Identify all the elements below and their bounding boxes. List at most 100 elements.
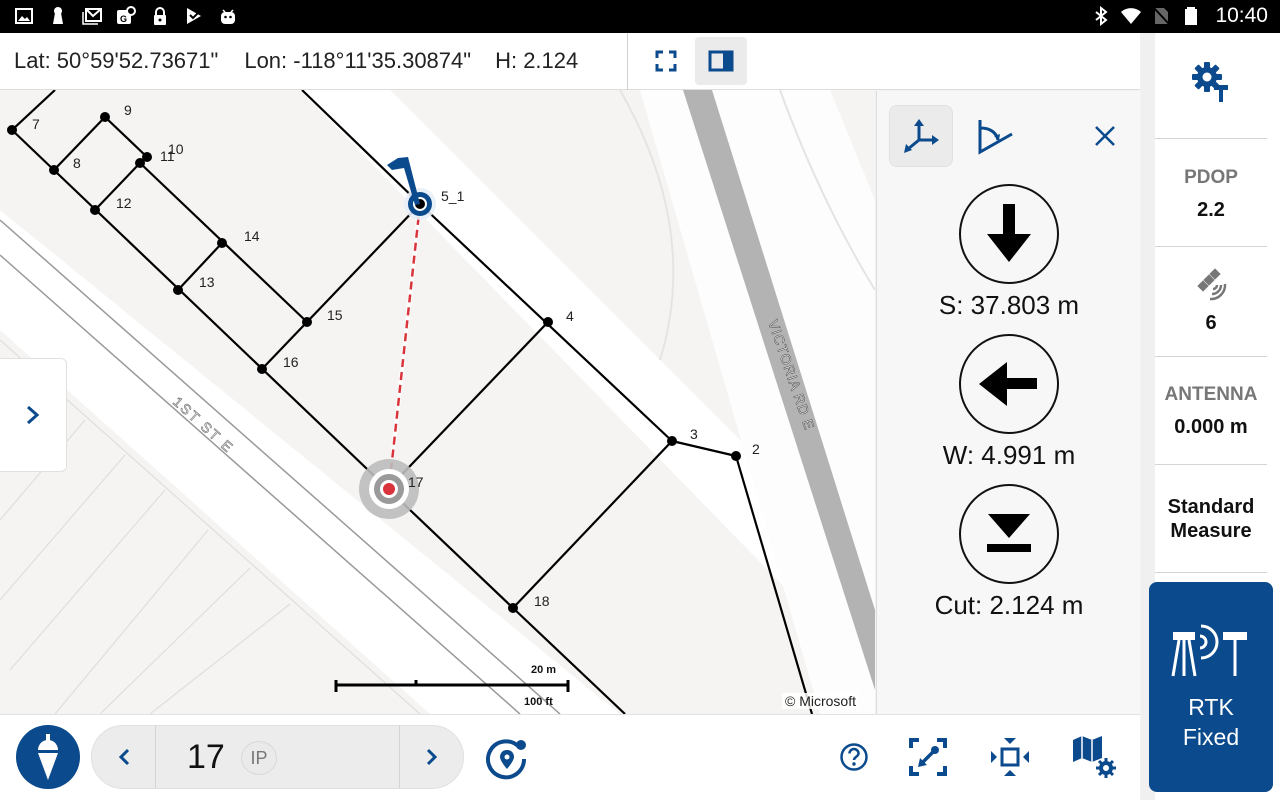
point-marker-14[interactable] [217, 238, 227, 248]
help-button[interactable] [830, 733, 878, 781]
wifi-icon [1121, 8, 1142, 24]
direction-circle [959, 334, 1059, 434]
latitude-readout: Lat: 50°59'52.73671" [14, 48, 219, 73]
next-point-button[interactable] [399, 726, 463, 788]
keyhole-icon [53, 7, 63, 24]
no-sim-icon [1153, 7, 1171, 25]
point-marker-8[interactable] [49, 165, 59, 175]
split-view-button[interactable] [695, 37, 747, 85]
close-icon [1095, 126, 1115, 146]
scale-bar [334, 680, 570, 692]
map-scale-bar: 20 m 100 ft [334, 660, 574, 710]
chevron-right-icon [27, 405, 40, 425]
point-marker-7[interactable] [7, 125, 17, 135]
stakeout-navigation-panel: S: 37.803 m W: 4.991 m Cut: 2.124 m [876, 91, 1140, 714]
point-label: 12 [116, 195, 132, 211]
point-marker-11[interactable] [135, 158, 145, 168]
point-label: 3 [690, 426, 698, 442]
checkmark-app-icon [187, 8, 201, 24]
axes-icon [904, 119, 939, 153]
chevron-right-icon [426, 748, 437, 766]
clock: 10:40 [1215, 4, 1268, 27]
map-canvas[interactable]: VICTORIA RD E 1ST ST E 2 3 4 5_1 7 8 9 1… [0, 90, 875, 714]
system-status-bar: G 10:40 [0, 0, 1280, 33]
measure-mode-button[interactable]: Standard Measure [1155, 495, 1267, 543]
scale-metric-label: 20 m [531, 664, 557, 676]
measure-mode-label: Standard Measure [1167, 496, 1255, 542]
point-marker-13[interactable] [173, 285, 183, 295]
point-label: 18 [534, 593, 550, 609]
point-marker-3[interactable] [667, 436, 677, 446]
point-label: 5_1 [441, 188, 465, 204]
help-icon [840, 743, 868, 771]
zoom-extents-button[interactable] [986, 733, 1034, 781]
close-panel-button[interactable] [1073, 105, 1137, 167]
gallery-icon [15, 8, 33, 24]
point-marker-18[interactable] [508, 603, 518, 613]
direction-circle [959, 484, 1059, 584]
point-marker-9[interactable] [100, 112, 110, 122]
divider [1155, 464, 1267, 465]
coordinate-axes-button[interactable] [889, 105, 953, 167]
point-label: 16 [283, 354, 299, 370]
divider [1155, 356, 1267, 357]
point-label: 8 [73, 155, 81, 171]
point-marker-15[interactable] [302, 317, 312, 327]
plumb-bob-icon [38, 734, 58, 780]
point-label: 4 [566, 308, 574, 324]
pdop-value: 2.2 [1197, 199, 1225, 221]
pdop-indicator[interactable]: PDOP 2.2 [1155, 167, 1267, 222]
antenna-height: 0.000 m [1174, 416, 1248, 438]
map-copyright: © Microsoft [782, 693, 859, 709]
right-status-rail: PDOP 2.2 6 ANTENNA 0.000 m Standard Meas… [1141, 33, 1280, 800]
rtk-status-button[interactable]: RTK Fixed [1149, 582, 1273, 792]
satellite-icon [1197, 268, 1227, 301]
point-marker-16[interactable] [257, 364, 267, 374]
cut-value: Cut: 2.124 m [934, 590, 1084, 620]
map-view[interactable]: VICTORIA RD E 1ST ST E 2 3 4 5_1 7 8 9 1… [0, 90, 875, 714]
expand-sidebar-button[interactable] [0, 358, 67, 472]
divider [1155, 138, 1267, 139]
gear-antenna-icon [1192, 62, 1228, 102]
measure-button[interactable] [16, 725, 80, 789]
antenna-label: ANTENNA [1164, 384, 1258, 405]
fullscreen-icon [655, 50, 677, 72]
point-marker-4[interactable] [543, 317, 553, 327]
android-icon [221, 9, 235, 24]
rtk-radio-icon [1171, 624, 1247, 677]
zoom-to-point-button[interactable] [904, 733, 952, 781]
point-code-badge: IP [241, 741, 277, 775]
direction-cut: Cut: 2.124 m [877, 484, 1141, 621]
angle-button[interactable] [963, 105, 1027, 167]
point-marker-2[interactable] [731, 451, 741, 461]
point-label: 7 [32, 116, 40, 132]
cut-icon [987, 514, 1031, 552]
point-label: 2 [752, 441, 760, 457]
google-maps-icon: G [117, 6, 136, 24]
map-settings-button[interactable] [1070, 733, 1118, 781]
pdop-label: PDOP [1184, 167, 1238, 188]
previous-point-button[interactable] [92, 726, 156, 788]
locate-point-button[interactable] [483, 735, 531, 783]
direction-south: S: 37.803 m [877, 184, 1141, 321]
current-point-name[interactable]: 17 [187, 738, 225, 777]
coordinate-bar: Lat: 50°59'52.73671" Lon: -118°11'35.308… [0, 33, 1140, 90]
angle-icon [978, 120, 1013, 155]
point-label: 14 [244, 228, 260, 244]
satellite-count: 6 [1205, 312, 1217, 334]
divider [1155, 246, 1267, 247]
gmail-icon [82, 8, 102, 25]
direction-west: W: 4.991 m [877, 334, 1141, 471]
satellites-indicator[interactable]: 6 [1155, 267, 1267, 335]
arrow-down-icon [987, 204, 1031, 262]
zoom-extents-icon [991, 738, 1029, 776]
point-label: 9 [124, 102, 132, 118]
point-label: 11 [160, 148, 175, 164]
divider [1155, 572, 1267, 573]
point-marker-12[interactable] [90, 205, 100, 215]
fullscreen-button[interactable] [640, 37, 692, 85]
west-distance: W: 4.991 m [942, 440, 1076, 470]
south-distance: S: 37.803 m [938, 290, 1080, 320]
receiver-settings-button[interactable] [1155, 61, 1267, 108]
antenna-indicator[interactable]: ANTENNA 0.000 m [1155, 384, 1267, 439]
